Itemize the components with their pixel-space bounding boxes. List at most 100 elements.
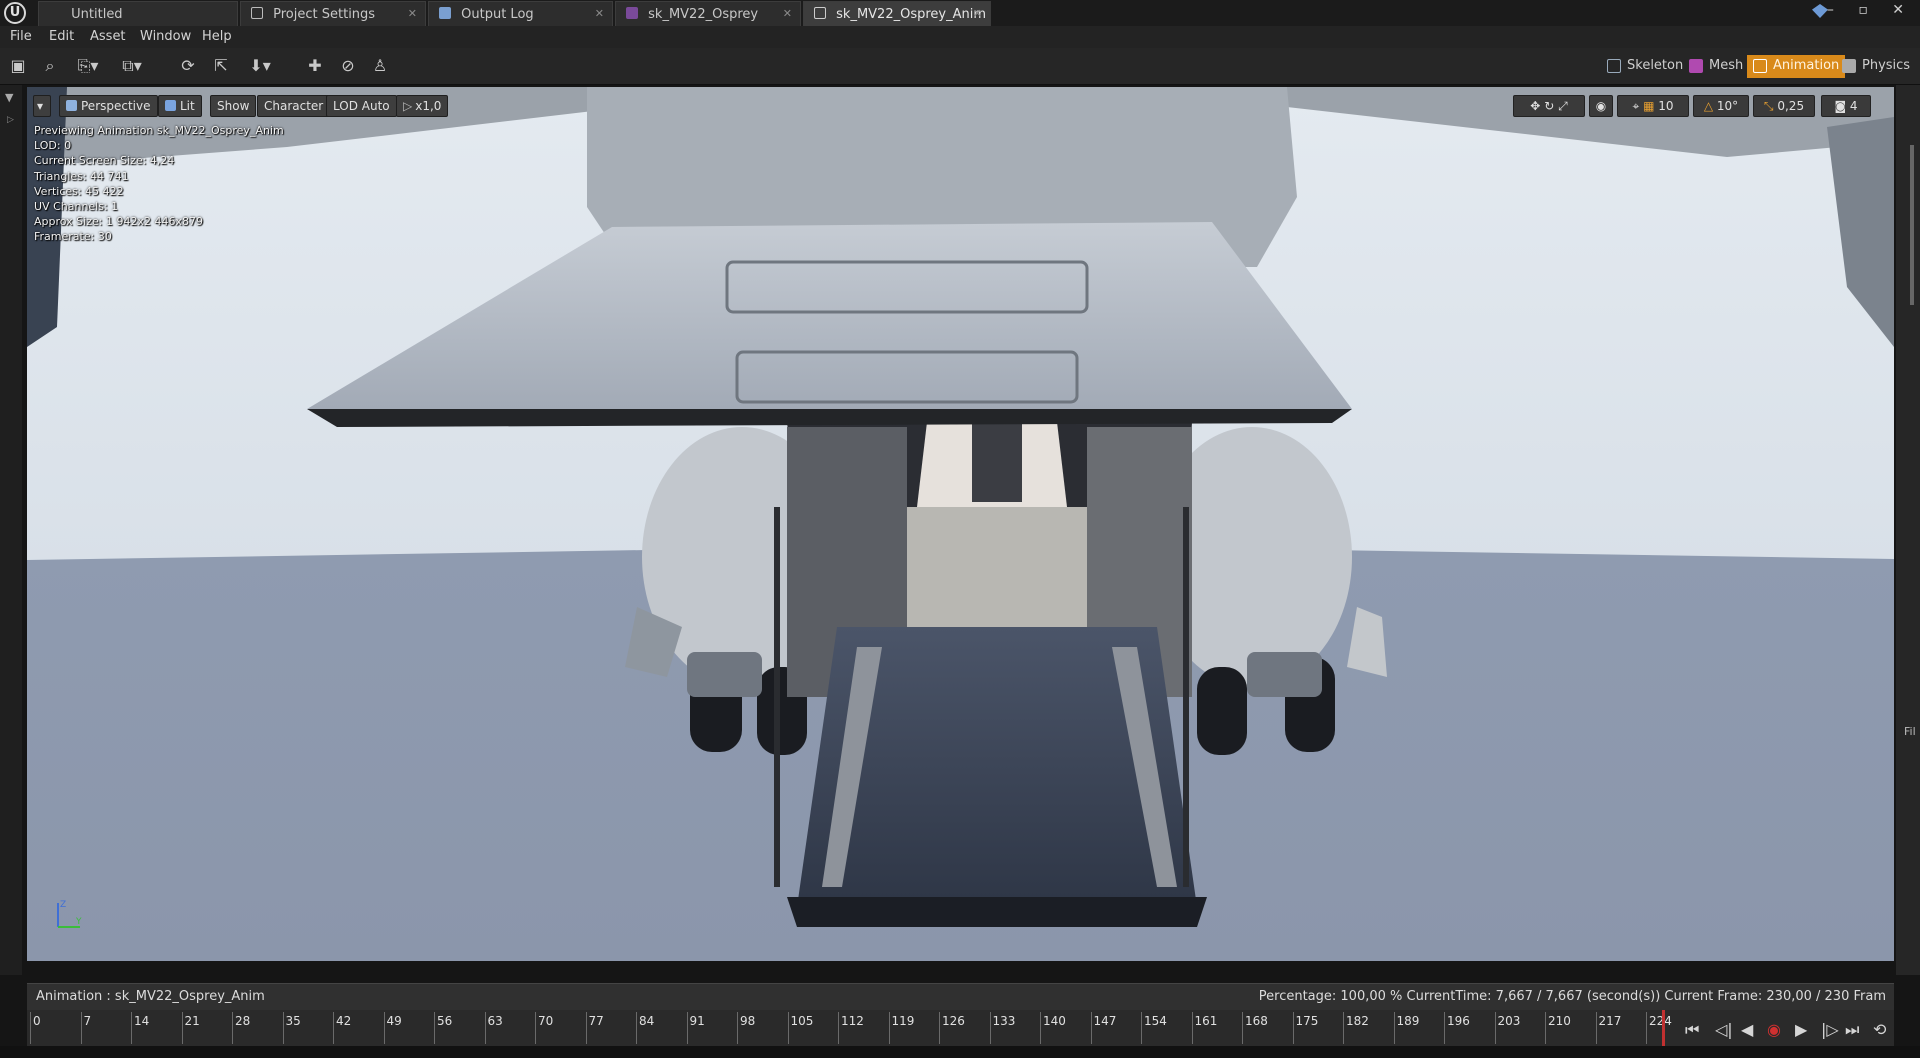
mode-animation[interactable]: Animation — [1747, 55, 1846, 78]
tab-label: sk_MV22_Osprey — [648, 7, 759, 22]
browse-icon[interactable]: ⌕ — [40, 56, 60, 76]
timeline-tick — [1242, 1012, 1243, 1044]
timeline-tick-label: 189 — [1396, 1014, 1420, 1028]
mode-physics[interactable]: Physics — [1836, 55, 1916, 78]
scale-snap-icon: ⤡ — [1763, 99, 1774, 113]
close-icon[interactable]: ✕ — [408, 7, 417, 20]
lit-button[interactable]: Lit — [158, 95, 202, 117]
reimport-icon[interactable]: ⎘▾ — [72, 56, 104, 76]
play-reverse-icon[interactable]: ◀ — [1741, 1020, 1753, 1039]
timeline-tick — [1343, 1012, 1344, 1044]
menu-edit[interactable]: Edit — [49, 29, 74, 44]
camera-speed-value: 4 — [1849, 99, 1858, 113]
timeline-tick — [585, 1012, 587, 1044]
show-button[interactable]: Show — [210, 95, 257, 117]
button-label: Perspective — [81, 99, 151, 113]
unreal-logo-icon: U — [4, 2, 26, 24]
mode-mesh[interactable]: Mesh — [1683, 55, 1749, 78]
timeline-tick-label: 133 — [992, 1014, 1016, 1028]
camera-speed-button[interactable]: ◙ 4 — [1821, 95, 1871, 117]
timeline-tick-label: 140 — [1043, 1014, 1066, 1028]
timeline-tick-label: 14 — [134, 1014, 150, 1028]
timeline-tick-label: 42 — [336, 1014, 352, 1028]
lit-icon — [165, 100, 176, 111]
playhead[interactable] — [1662, 1010, 1665, 1046]
add-key-icon[interactable]: ✚ — [305, 56, 325, 76]
button-label: Character — [264, 99, 324, 113]
grid-icon: ▦ — [1643, 99, 1655, 113]
timeline-tick-label: 28 — [235, 1014, 251, 1028]
menu-window[interactable]: Window — [140, 29, 191, 44]
stat-line: Approx Size: 1 942x2 446x879 — [34, 215, 203, 229]
timeline-tick — [737, 1012, 738, 1044]
close-icon[interactable]: ✕ — [973, 7, 982, 20]
scale-snap-button[interactable]: ⤡ 0,25 — [1753, 95, 1815, 117]
menu-bar: File Edit Asset Window Help — [0, 26, 1920, 48]
mode-label: Physics — [1862, 58, 1911, 73]
tab-label: Untitled — [71, 7, 123, 22]
close-icon[interactable]: ✕ — [595, 7, 604, 20]
timeline-tick — [1141, 1012, 1142, 1044]
step-forward-icon[interactable]: |▷ — [1821, 1020, 1839, 1039]
graduation-cap-icon[interactable] — [1812, 4, 1828, 18]
filter-icon[interactable]: ▼ — [5, 91, 13, 104]
skeletal-mesh-icon — [626, 7, 638, 19]
rotation-snap-icon: △ — [1703, 99, 1714, 113]
create-asset-icon[interactable]: ⧉▾ — [116, 56, 148, 76]
timeline-tick — [1646, 1012, 1647, 1044]
timeline[interactable]: 0 7 14 21 28 35 42 49 56 63 70 77 84 91 98 105 112 119 126… — [27, 1010, 1894, 1046]
perspective-button[interactable]: Perspective — [59, 95, 158, 117]
transform-tools[interactable]: ✥ ↻ ⤢ — [1513, 95, 1585, 117]
mode-skeleton[interactable]: Skeleton — [1601, 55, 1689, 78]
menu-file[interactable]: File — [10, 29, 32, 44]
scale-icon[interactable]: ⤢ — [1558, 99, 1568, 113]
viewport-options-button[interactable]: ▾ — [33, 95, 51, 117]
timeline-tick — [1595, 1012, 1597, 1044]
coordinate-space-button[interactable]: ◉ — [1589, 95, 1613, 117]
window-controls[interactable]: – ▫ ✕ — [1827, 2, 1914, 18]
tab-untitled[interactable]: Untitled — [38, 1, 238, 26]
timeline-tick-label: 112 — [841, 1014, 864, 1028]
record-icon[interactable]: ◉ — [1767, 1020, 1781, 1039]
playback-speed-button[interactable]: ▷ x1,0 — [396, 95, 449, 117]
tab-output-log[interactable]: Output Log ✕ — [428, 1, 613, 26]
rotation-snap-button[interactable]: △ 10° — [1693, 95, 1749, 117]
translate-icon[interactable]: ✥ — [1530, 99, 1540, 113]
tab-project-settings[interactable]: Project Settings ✕ — [240, 1, 426, 26]
close-icon[interactable]: ✕ — [783, 7, 792, 20]
expand-icon[interactable]: ▷ — [7, 115, 14, 125]
apply-icon[interactable]: ⊘ — [338, 56, 358, 76]
rotate-icon[interactable]: ↻ — [1544, 99, 1554, 113]
button-label: x1,0 — [415, 99, 442, 113]
rotation-snap-value: 10° — [1716, 99, 1739, 113]
loop-icon[interactable]: ⟲ — [1873, 1020, 1886, 1039]
menu-asset[interactable]: Asset — [90, 29, 126, 44]
button-label: Show — [217, 99, 250, 113]
export-icon[interactable]: ⇱ — [211, 56, 231, 76]
stat-line: Current Screen Size: 4,24 — [34, 154, 175, 168]
physics-icon — [1842, 59, 1856, 73]
play-icon[interactable]: ▶ — [1795, 1020, 1807, 1039]
viewport[interactable]: ▾ Perspective Lit Show Character LOD Aut… — [27, 87, 1894, 961]
save-icon[interactable]: ▣ — [8, 56, 28, 76]
tab-animation[interactable]: sk_MV22_Osprey_Anim ✕ — [803, 1, 991, 26]
skeleton-icon — [1607, 59, 1621, 73]
character-button[interactable]: Character — [257, 95, 331, 117]
skip-to-end-icon[interactable]: ⏭ — [1845, 1020, 1859, 1040]
viewport-scene — [27, 87, 1894, 961]
tab-skeletal-mesh[interactable]: sk_MV22_Osprey ✕ — [615, 1, 801, 26]
apply-compression-icon[interactable]: ⟳ — [178, 56, 198, 76]
perspective-icon — [66, 100, 77, 111]
grid-snap-button[interactable]: ⌖ ▦ 10 — [1617, 95, 1689, 117]
record-icon[interactable]: ⬇▾ — [244, 56, 276, 76]
scrollbar[interactable] — [1910, 145, 1914, 305]
timeline-tick-label: 203 — [1497, 1014, 1521, 1028]
timeline-tick-label: 56 — [437, 1014, 453, 1028]
lod-button[interactable]: LOD Auto — [326, 95, 397, 117]
skip-to-start-icon[interactable]: ⏮ — [1685, 1020, 1699, 1040]
stats-overlay: Previewing Animation sk_MV22_Osprey_Anim… — [34, 123, 284, 245]
menu-help[interactable]: Help — [202, 29, 232, 44]
mode-label: Skeleton — [1627, 58, 1684, 73]
step-back-icon[interactable]: ◁| — [1715, 1020, 1733, 1039]
preview-mesh-icon[interactable]: ♙ — [370, 56, 390, 76]
